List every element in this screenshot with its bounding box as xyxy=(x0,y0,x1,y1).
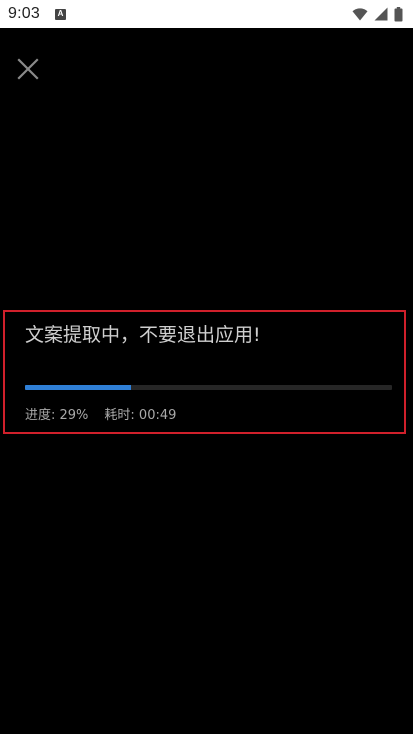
progress-bar xyxy=(25,385,392,390)
extraction-progress-panel: 文案提取中，不要退出应用! 进度: 29% 耗时: 00:49 xyxy=(3,310,406,434)
notification-letter: A xyxy=(57,9,64,18)
status-time: 9:03 xyxy=(8,5,40,22)
status-icons xyxy=(352,6,403,22)
wifi-icon xyxy=(352,7,368,20)
progress-meta: 进度: 29% 耗时: 00:49 xyxy=(25,404,176,423)
notification-a-icon: A xyxy=(54,8,66,20)
close-button[interactable] xyxy=(15,56,41,82)
progress-bar-fill xyxy=(25,385,132,390)
elapsed-text: 耗时: 00:49 xyxy=(104,408,177,423)
progress-text: 进度: 29% xyxy=(25,408,89,423)
status-bar: 9:03 A xyxy=(0,0,413,28)
battery-icon xyxy=(394,6,403,21)
extraction-title: 文案提取中，不要退出应用! xyxy=(25,324,261,346)
close-icon xyxy=(17,58,39,80)
signal-icon xyxy=(374,7,388,21)
